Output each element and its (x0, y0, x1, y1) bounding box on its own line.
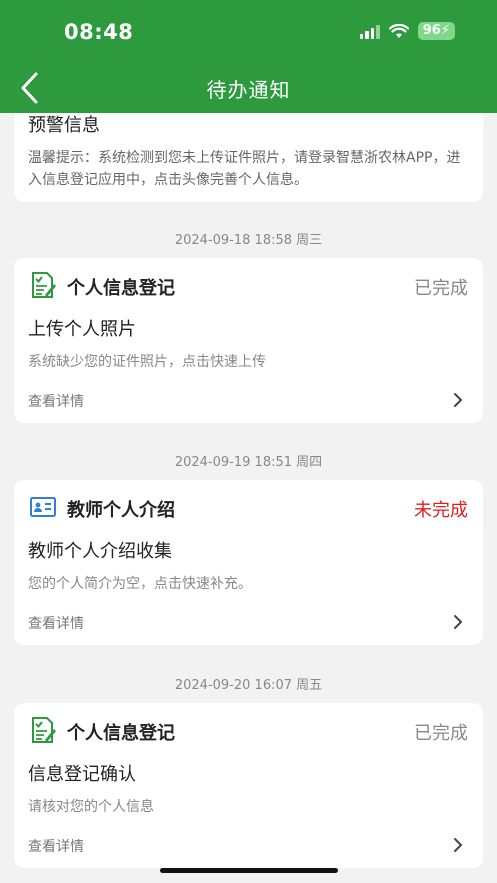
notice-card[interactable]: 个人信息登记 已完成 上传个人照片 系统缺少您的证件照片，点击快速上传 查看详情 (14, 258, 483, 423)
view-details-link[interactable]: 查看详情 (28, 391, 84, 411)
notice-subject: 信息登记确认 (28, 764, 136, 785)
home-indicator[interactable] (160, 868, 338, 873)
notice-description: 系统缺少您的证件照片，点击快速上传 (28, 354, 266, 370)
battery-icon: 96⚡ (417, 22, 455, 40)
notice-timestamp: 2024-09-20 16:07 周五 (174, 678, 323, 693)
cellular-signal-icon (359, 24, 380, 39)
notice-title: 教师个人介绍 (67, 500, 175, 521)
app-header: 08:48 96⚡ 待办通知 (0, 0, 497, 113)
notice-timestamp: 2024-09-19 18:51 周四 (174, 455, 323, 470)
notice-description: 请核对您的个人信息 (28, 799, 154, 815)
notice-title: 个人信息登记 (67, 278, 175, 299)
warning-text: 温馨提示：系统检测到您未上传证件照片，请登录智慧浙农林APP，进入信息登记应用中… (28, 150, 461, 188)
notice-card[interactable]: 教师个人介绍 未完成 教师个人介绍收集 您的个人简介为空，点击快速补充。 查看详… (14, 480, 483, 645)
id-card-icon (30, 497, 56, 517)
notice-title: 个人信息登记 (67, 723, 175, 744)
document-check-icon (32, 717, 56, 743)
notice-timestamp: 2024-09-18 18:58 周三 (174, 233, 323, 248)
notice-status: 未完成 (414, 500, 468, 521)
status-icons: 96⚡ (359, 22, 455, 40)
notice-subject: 上传个人照片 (28, 319, 136, 340)
notice-subject: 教师个人介绍收集 (28, 541, 172, 562)
wifi-icon (388, 23, 409, 38)
view-details-link[interactable]: 查看详情 (28, 836, 84, 856)
warning-title: 预警信息 (28, 115, 100, 136)
status-time: 08:48 (64, 20, 134, 44)
notice-list[interactable]: 预警信息 温馨提示：系统检测到您未上传证件照片，请登录智慧浙农林APP，进入信息… (0, 113, 497, 883)
view-details-link[interactable]: 查看详情 (28, 613, 84, 633)
notice-card[interactable]: 个人信息登记 已完成 信息登记确认 请核对您的个人信息 查看详情 (14, 703, 483, 868)
chevron-right-icon[interactable] (453, 392, 463, 408)
notice-status: 已完成 (414, 278, 468, 299)
warning-card: 预警信息 温馨提示：系统检测到您未上传证件照片，请登录智慧浙农林APP，进入信息… (14, 113, 483, 202)
notice-status: 已完成 (414, 723, 468, 744)
battery-level: 96 (422, 23, 441, 38)
page-title: 待办通知 (206, 78, 291, 102)
notice-description: 您的个人简介为空，点击快速补充。 (28, 576, 252, 592)
document-check-icon (32, 272, 56, 298)
chevron-right-icon[interactable] (453, 837, 463, 853)
chevron-right-icon[interactable] (453, 614, 463, 630)
